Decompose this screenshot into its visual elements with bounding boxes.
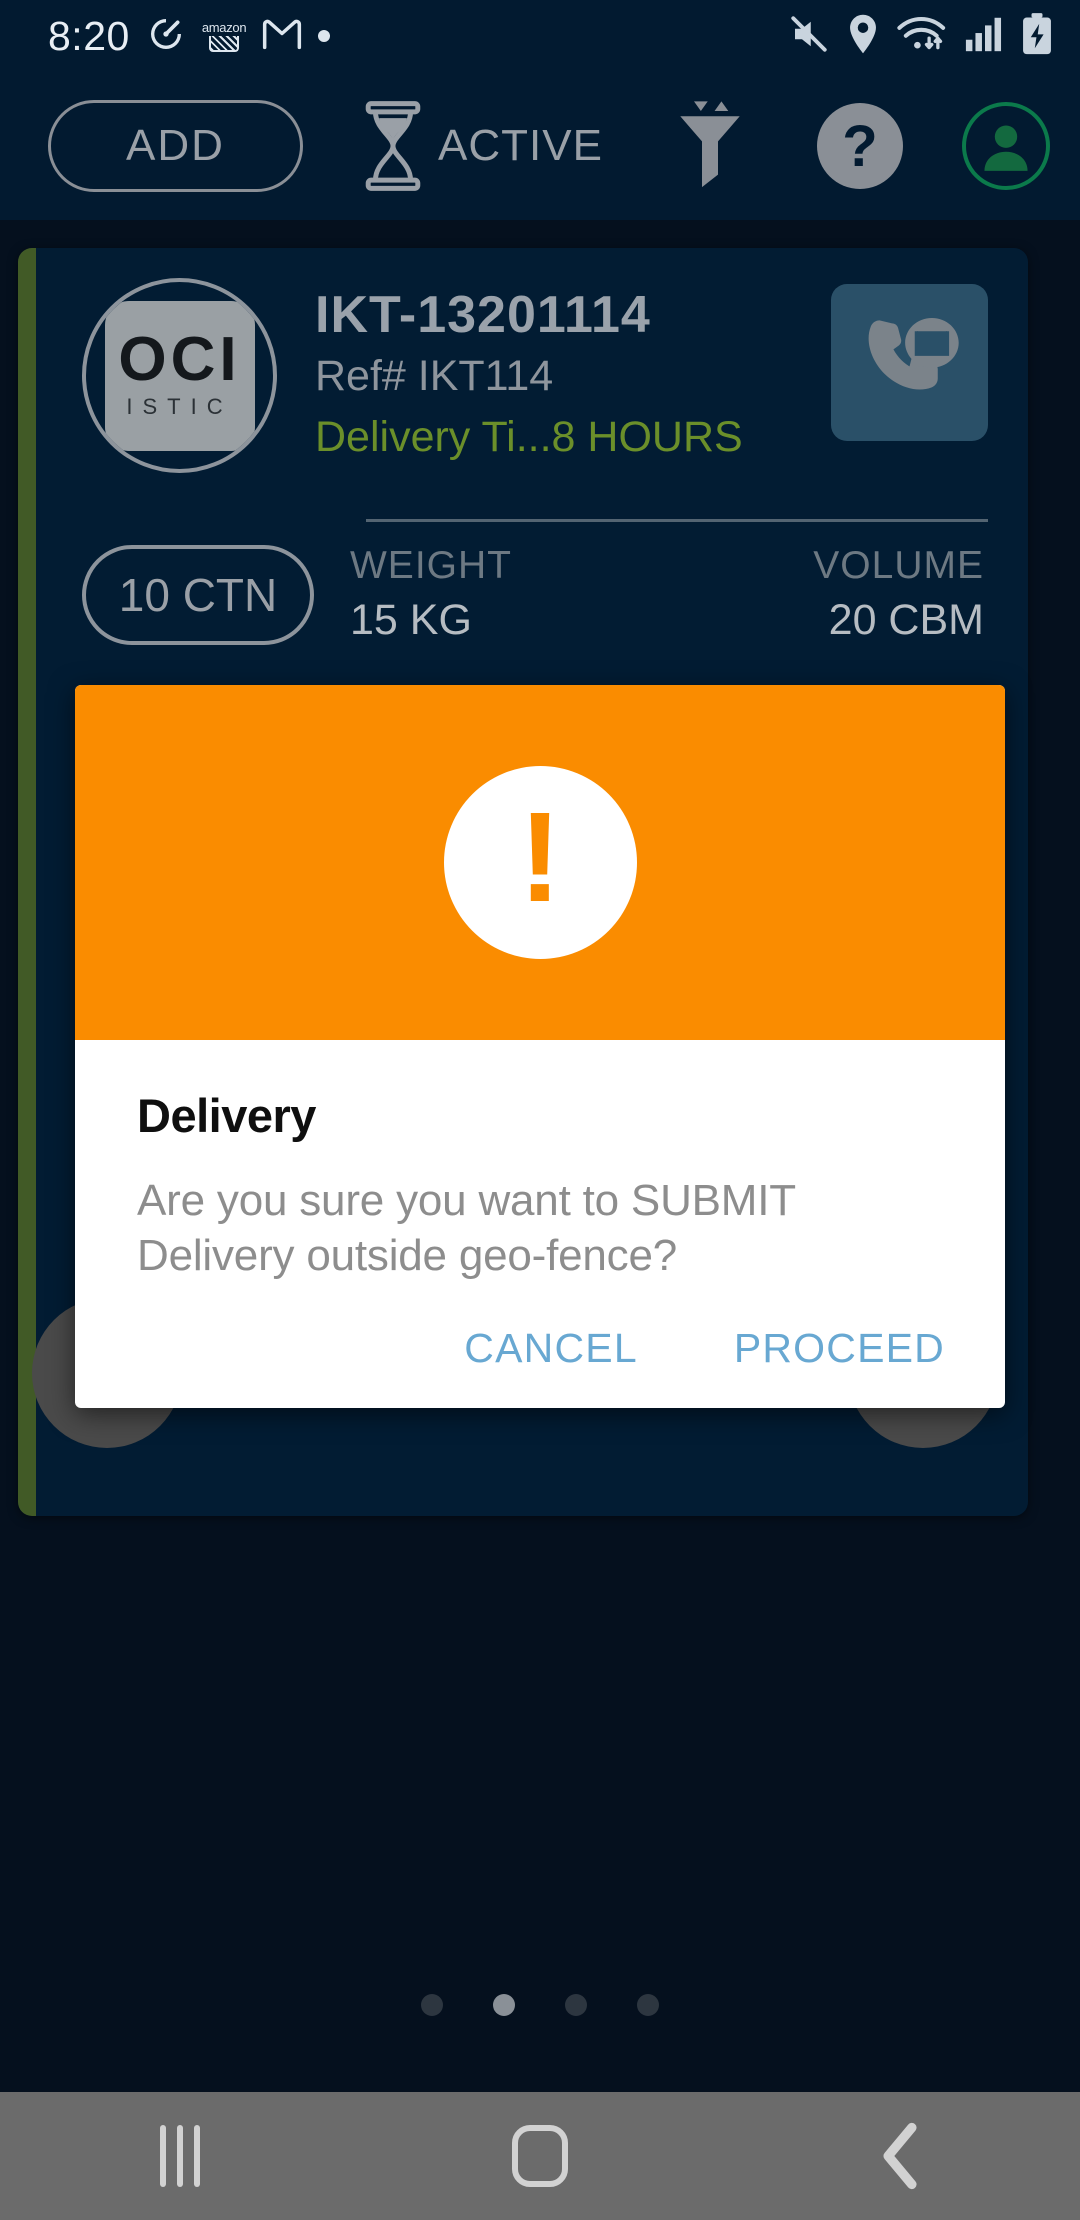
cellular-signal-icon: [964, 14, 1006, 59]
back-icon[interactable]: [790, 2092, 1010, 2220]
amazon-wordmark: amazon: [201, 19, 247, 35]
shipment-id: IKT-13201114: [315, 286, 651, 344]
dialog-message: Are you sure you want to SUBMIT Delivery…: [137, 1176, 796, 1280]
help-icon[interactable]: ?: [816, 103, 903, 189]
filter-icon[interactable]: [662, 98, 758, 194]
app-toolbar: ADD ACTIVE ?: [0, 72, 1080, 220]
shipment-reference: Ref# IKT114: [315, 351, 554, 400]
card-header-row: OCI ISTIC IKT-13201114 Ref# IKT114 Deliv…: [54, 248, 1028, 473]
proceed-button[interactable]: PROCEED: [734, 1325, 945, 1372]
metric-volume: VOLUME 20 CBM: [813, 544, 988, 645]
metric-weight-value: 15 KG: [350, 596, 472, 644]
amazon-icon: amazon: [201, 19, 247, 52]
cancel-button[interactable]: CANCEL: [464, 1325, 638, 1372]
metric-volume-value: 20 CBM: [828, 596, 984, 644]
dialog-content: Delivery Are you sure you want to SUBMIT…: [75, 1040, 1005, 1283]
status-bar-right: [788, 12, 1054, 61]
dialog-header: !: [75, 685, 1005, 1040]
status-bar-left: 8:20 amazon: [48, 12, 331, 60]
recents-glyph: [160, 2125, 200, 2187]
status-filter-label: ACTIVE: [438, 121, 603, 170]
quantity-chip: 10 CTN: [82, 544, 314, 645]
card-accent-bar: [18, 248, 36, 1516]
sleep-tracker-icon: [146, 14, 186, 59]
mute-icon: [788, 13, 830, 60]
recents-icon[interactable]: [70, 2092, 290, 2220]
status-filter-button[interactable]: ACTIVE: [362, 100, 603, 192]
delivery-time-label: Delivery Ti...8 HOURS: [315, 412, 743, 461]
app-root: 8:20 amazon ADD ACTIVE ? OCI ISTIC IKT-1…: [0, 0, 1080, 2220]
metric-weight-label: WEIGHT: [350, 544, 512, 587]
recents-bar-3: [194, 2125, 200, 2187]
home-icon[interactable]: [430, 2092, 650, 2220]
exclamation-glyph: !: [518, 785, 562, 929]
confirmation-dialog: ! Delivery Are you sure you want to SUBM…: [75, 685, 1005, 1408]
page-dot-1[interactable]: [421, 1994, 443, 2016]
metric-volume-label: VOLUME: [813, 544, 984, 587]
metric-weight: WEIGHT 15 KG: [314, 544, 512, 645]
shipment-info: IKT-13201114 Ref# IKT114 Delivery Ti...8…: [277, 278, 831, 473]
company-logo-icon: OCI ISTIC: [82, 278, 277, 473]
wifi-icon: [896, 13, 950, 60]
company-logo-mark: OCI ISTIC: [104, 300, 255, 451]
page-indicator: [0, 1994, 1080, 2016]
profile-avatar-icon[interactable]: [961, 102, 1050, 190]
dialog-title: Delivery: [137, 1089, 316, 1142]
hourglass-icon: [362, 100, 424, 192]
battery-charging-icon: [1020, 12, 1054, 61]
phone-message-icon[interactable]: [831, 284, 988, 441]
status-bar-clock: 8:20: [48, 12, 130, 59]
recents-bar-1: [160, 2125, 166, 2187]
page-dot-3[interactable]: [565, 1994, 587, 2016]
recents-bar-2: [177, 2125, 183, 2187]
dialog-actions: CANCEL PROCEED: [75, 1283, 1005, 1408]
add-button[interactable]: ADD: [48, 100, 303, 192]
page-dot-2[interactable]: [493, 1994, 515, 2016]
company-logo-line2: ISTIC: [126, 393, 233, 419]
location-icon: [844, 13, 882, 60]
notification-dot-icon: [318, 30, 331, 42]
exclamation-mark-icon: !: [443, 766, 637, 959]
status-bar: 8:20 amazon: [0, 0, 1080, 72]
card-metrics-row: 10 CTN WEIGHT 15 KG VOLUME 20 CBM: [54, 522, 1028, 645]
amazon-cart-shape: [209, 35, 240, 52]
company-logo-line1: OCI: [118, 325, 241, 395]
home-glyph: [512, 2125, 568, 2187]
gmail-icon: [262, 17, 302, 56]
system-nav-bar: [0, 2092, 1080, 2220]
page-dot-4[interactable]: [637, 1994, 659, 2016]
